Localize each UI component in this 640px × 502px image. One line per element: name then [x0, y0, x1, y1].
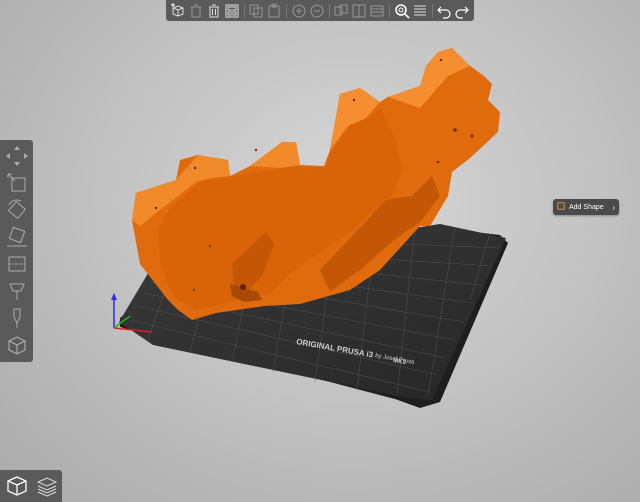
place-on-face-icon[interactable] [3, 225, 31, 249]
add-object-icon[interactable] [170, 1, 186, 20]
top-toolbar [166, 0, 474, 21]
left-toolbar [0, 140, 33, 362]
scale-icon[interactable] [3, 171, 31, 195]
seam-paint-icon[interactable] [3, 306, 31, 330]
chevron-right-icon: › [612, 202, 615, 212]
add-instance-icon[interactable] [291, 1, 307, 20]
delete-icon[interactable] [188, 1, 204, 20]
paste-icon[interactable] [266, 1, 282, 20]
layer-editing-icon[interactable] [369, 1, 385, 20]
redo-icon[interactable] [454, 1, 470, 20]
move-icon[interactable] [3, 144, 31, 168]
rotate-icon[interactable] [3, 198, 31, 222]
search-icon[interactable] [394, 1, 410, 20]
undo-icon[interactable] [436, 1, 452, 20]
delete-all-icon[interactable] [206, 1, 222, 20]
3d-viewport[interactable]: ORIGINAL PRUSA i3 MK3 by Josef Prusa [0, 0, 640, 502]
view-toggle [0, 470, 62, 502]
fdm-support-icon[interactable] [3, 333, 31, 357]
split-objects-icon[interactable] [333, 1, 349, 20]
preview-layers-icon[interactable] [33, 473, 60, 500]
cut-icon[interactable] [3, 252, 31, 276]
shape-icon [557, 202, 565, 212]
add-shape-label: Add Shape [569, 203, 604, 211]
add-shape-button[interactable]: Add Shape › [553, 199, 619, 215]
support-paint-icon[interactable] [3, 279, 31, 303]
remove-instance-icon[interactable] [309, 1, 325, 20]
arrange-icon[interactable] [224, 1, 240, 20]
split-parts-icon[interactable] [351, 1, 367, 20]
variable-layer-height-icon[interactable] [412, 1, 428, 20]
3d-view-icon[interactable] [3, 473, 30, 500]
copy-icon[interactable] [248, 1, 264, 20]
